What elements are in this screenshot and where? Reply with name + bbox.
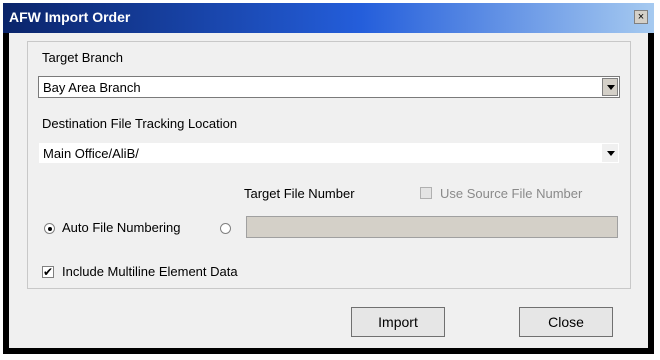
- use-source-file-number-label: Use Source File Number: [440, 186, 583, 201]
- include-multiline-checkbox[interactable]: ✔: [42, 266, 54, 278]
- dialog-body: Target Branch Bay Area Branch Destinatio…: [9, 33, 648, 348]
- destination-value: Main Office/AliB/: [43, 146, 139, 161]
- chevron-down-icon[interactable]: [602, 144, 618, 162]
- destination-label: Destination File Tracking Location: [42, 116, 238, 131]
- target-file-number-radio[interactable]: [220, 223, 231, 234]
- target-file-number-input[interactable]: [246, 216, 618, 238]
- use-source-file-number-checkbox[interactable]: [420, 187, 432, 199]
- import-options-group: Target Branch Bay Area Branch Destinatio…: [27, 41, 631, 289]
- import-button[interactable]: Import: [351, 307, 445, 337]
- destination-select[interactable]: Main Office/AliB/: [38, 142, 620, 164]
- auto-file-numbering-radio[interactable]: [44, 223, 55, 234]
- chevron-down-icon[interactable]: [602, 78, 618, 96]
- target-file-number-label: Target File Number: [244, 186, 355, 201]
- target-branch-label: Target Branch: [42, 50, 123, 65]
- window-title: AFW Import Order: [9, 9, 131, 25]
- title-bar[interactable]: AFW Import Order ×: [3, 3, 654, 33]
- import-order-dialog: AFW Import Order × Target Branch Bay Are…: [3, 3, 654, 354]
- target-branch-select[interactable]: Bay Area Branch: [38, 76, 620, 98]
- include-multiline-label: Include Multiline Element Data: [62, 264, 238, 279]
- target-branch-value: Bay Area Branch: [43, 80, 141, 95]
- auto-file-numbering-label: Auto File Numbering: [62, 220, 181, 235]
- close-button[interactable]: Close: [519, 307, 613, 337]
- close-icon[interactable]: ×: [634, 10, 648, 24]
